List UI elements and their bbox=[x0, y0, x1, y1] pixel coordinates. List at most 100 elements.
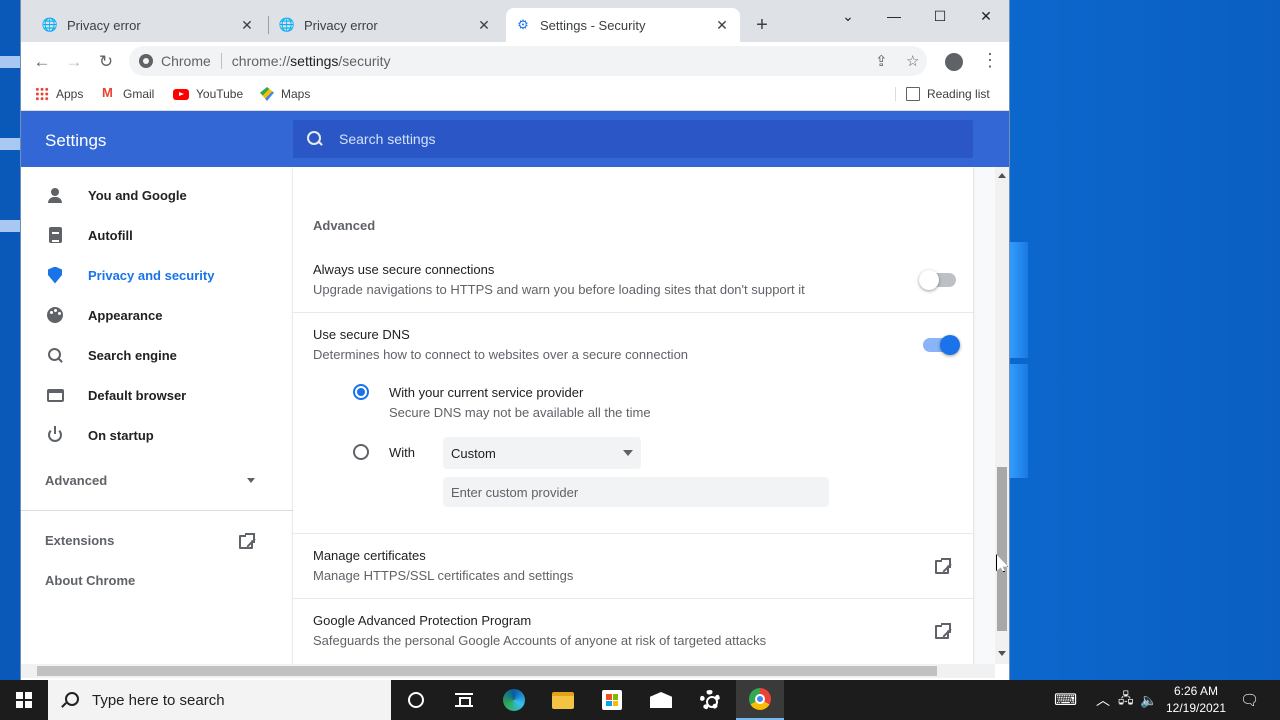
sidebar-item-default-browser[interactable]: Default browser bbox=[21, 375, 293, 415]
bookmark-label: YouTube bbox=[196, 87, 244, 101]
horizontal-scrollbar[interactable] bbox=[21, 664, 995, 678]
sidebar-item-label: Extensions bbox=[45, 533, 115, 548]
close-icon[interactable]: ✕ bbox=[239, 17, 255, 33]
desktop-shortcut-icon[interactable] bbox=[0, 220, 20, 232]
cortana-button[interactable] bbox=[392, 680, 440, 720]
minimize-button[interactable]: — bbox=[871, 4, 917, 28]
network-icon[interactable]: 🖧 bbox=[1118, 680, 1134, 720]
bookmark-apps[interactable]: Apps bbox=[35, 87, 83, 101]
taskbar-chrome[interactable] bbox=[736, 680, 784, 720]
scrollbar-thumb[interactable] bbox=[997, 467, 1007, 631]
dns-custom-radio[interactable] bbox=[353, 444, 369, 460]
profile-avatar[interactable] bbox=[945, 53, 963, 71]
sidebar-item-you-and-google[interactable]: You and Google bbox=[21, 175, 293, 215]
tab-settings-security[interactable]: ⚙ Settings - Security ✕ bbox=[506, 8, 740, 42]
start-button[interactable] bbox=[0, 680, 48, 720]
taskbar-search-box[interactable]: Type here to search bbox=[48, 680, 391, 720]
gear-icon bbox=[700, 690, 720, 710]
dns-current-provider-radio[interactable] bbox=[353, 384, 369, 400]
taskbar-edge[interactable] bbox=[490, 680, 538, 720]
sidebar-item-about-chrome[interactable]: About Chrome bbox=[45, 573, 135, 588]
custom-dns-provider-input[interactable] bbox=[443, 477, 829, 507]
bookmark-gmail[interactable]: Gmail bbox=[102, 85, 154, 101]
gear-icon: ⚙ bbox=[517, 17, 529, 32]
secure-dns-toggle[interactable] bbox=[923, 335, 960, 355]
sidebar-item-label: Appearance bbox=[88, 307, 163, 323]
taskbar-settings[interactable] bbox=[686, 680, 734, 720]
close-icon[interactable]: ✕ bbox=[476, 17, 492, 33]
chevron-up-icon[interactable]: ︿ bbox=[1096, 680, 1110, 720]
task-view-button[interactable] bbox=[440, 680, 488, 720]
maps-icon bbox=[260, 87, 274, 101]
settings-search-input[interactable] bbox=[339, 131, 899, 147]
https-toggle[interactable] bbox=[919, 270, 956, 290]
bookmark-star-icon[interactable]: ☆ bbox=[906, 52, 919, 70]
close-icon[interactable]: ✕ bbox=[714, 17, 730, 33]
desktop-shortcut-icon[interactable] bbox=[0, 138, 20, 150]
browser-icon bbox=[46, 386, 64, 404]
power-icon bbox=[46, 426, 64, 444]
reload-button[interactable]: ↻ bbox=[93, 49, 119, 75]
bookmark-maps[interactable]: Maps bbox=[260, 87, 310, 101]
search-icon bbox=[46, 346, 64, 364]
sidebar-item-search-engine[interactable]: Search engine bbox=[21, 335, 293, 375]
edge-icon bbox=[503, 689, 525, 711]
tab-strip: 🌐 Privacy error ✕ 🌐 Privacy error ✕ ⚙ Se… bbox=[21, 0, 1009, 42]
globe-icon: 🌐 bbox=[278, 17, 296, 32]
tab-privacy-error-2[interactable]: 🌐 Privacy error ✕ bbox=[270, 8, 502, 42]
forward-button[interactable]: → bbox=[61, 49, 87, 75]
omnibox[interactable]: Chrome chrome://settings/security bbox=[129, 46, 927, 76]
taskbar-clock[interactable]: 6:26 AM 12/19/2021 bbox=[1158, 683, 1234, 717]
chrome-site-icon[interactable] bbox=[139, 54, 153, 68]
chrome-menu-icon[interactable]: ⋮ bbox=[981, 50, 999, 71]
gmail-icon bbox=[102, 85, 116, 101]
chevron-down-icon bbox=[247, 478, 255, 483]
sidebar-advanced-label: Advanced bbox=[45, 473, 108, 488]
manage-certificates-title[interactable]: Manage certificates bbox=[313, 548, 426, 563]
tab-separator bbox=[268, 16, 269, 34]
vertical-scrollbar[interactable] bbox=[995, 167, 1009, 664]
sidebar-item-autofill[interactable]: Autofill bbox=[21, 215, 293, 255]
share-icon[interactable]: ⇪ bbox=[875, 52, 888, 70]
omnibox-url[interactable]: chrome://settings/security bbox=[232, 53, 391, 69]
row-divider bbox=[293, 533, 973, 534]
sidebar-item-on-startup[interactable]: On startup bbox=[21, 415, 293, 455]
new-tab-button[interactable]: + bbox=[751, 14, 773, 36]
sidebar-item-privacy-and-security[interactable]: Privacy and security bbox=[21, 255, 293, 295]
close-window-button[interactable]: ✕ bbox=[963, 4, 1009, 28]
taskbar-mail[interactable] bbox=[637, 680, 685, 720]
keyboard-icon[interactable]: ⌨ bbox=[1054, 680, 1077, 720]
taskbar-store[interactable] bbox=[588, 680, 636, 720]
scrollbar-thumb[interactable] bbox=[37, 666, 937, 676]
scroll-down-arrow-icon[interactable] bbox=[998, 651, 1006, 656]
advanced-protection-title[interactable]: Google Advanced Protection Program bbox=[313, 613, 531, 628]
back-button[interactable]: ← bbox=[29, 49, 55, 75]
reading-list-label: Reading list bbox=[927, 87, 990, 101]
shield-icon bbox=[46, 266, 64, 284]
scroll-up-arrow-icon[interactable] bbox=[998, 173, 1006, 178]
settings-search-box[interactable] bbox=[293, 120, 973, 158]
notifications-icon[interactable]: 🗨 bbox=[1240, 680, 1259, 720]
bookmarks-bar: Apps Gmail YouTube Maps Reading list bbox=[21, 80, 1009, 111]
dns-provider-value: Custom bbox=[451, 445, 496, 461]
open-in-new-icon[interactable] bbox=[935, 623, 951, 639]
dns-provider-select[interactable]: Custom bbox=[443, 437, 641, 469]
sidebar-item-label: Search engine bbox=[88, 347, 177, 363]
desktop-icons bbox=[0, 56, 22, 302]
reading-list-button[interactable]: Reading list bbox=[895, 87, 990, 101]
clipboard-icon bbox=[46, 226, 64, 244]
bookmark-youtube[interactable]: YouTube bbox=[173, 87, 243, 101]
dns-custom-with-label: With bbox=[389, 445, 415, 460]
sidebar-item-appearance[interactable]: Appearance bbox=[21, 295, 293, 335]
advanced-protection-subtitle: Safeguards the personal Google Accounts … bbox=[313, 633, 767, 648]
taskbar-file-explorer[interactable] bbox=[539, 680, 587, 720]
row-divider bbox=[293, 312, 973, 313]
volume-icon[interactable]: 🔈 bbox=[1140, 680, 1157, 720]
tab-search-button[interactable]: ⌄ bbox=[825, 4, 871, 28]
sidebar-item-extensions[interactable]: Extensions bbox=[45, 533, 255, 549]
desktop-shortcut-icon[interactable] bbox=[0, 56, 20, 68]
tab-privacy-error-1[interactable]: 🌐 Privacy error ✕ bbox=[33, 8, 265, 42]
open-in-new-icon[interactable] bbox=[935, 558, 951, 574]
sidebar-advanced-toggle[interactable]: Advanced bbox=[45, 473, 255, 488]
maximize-button[interactable]: ☐ bbox=[917, 4, 963, 28]
